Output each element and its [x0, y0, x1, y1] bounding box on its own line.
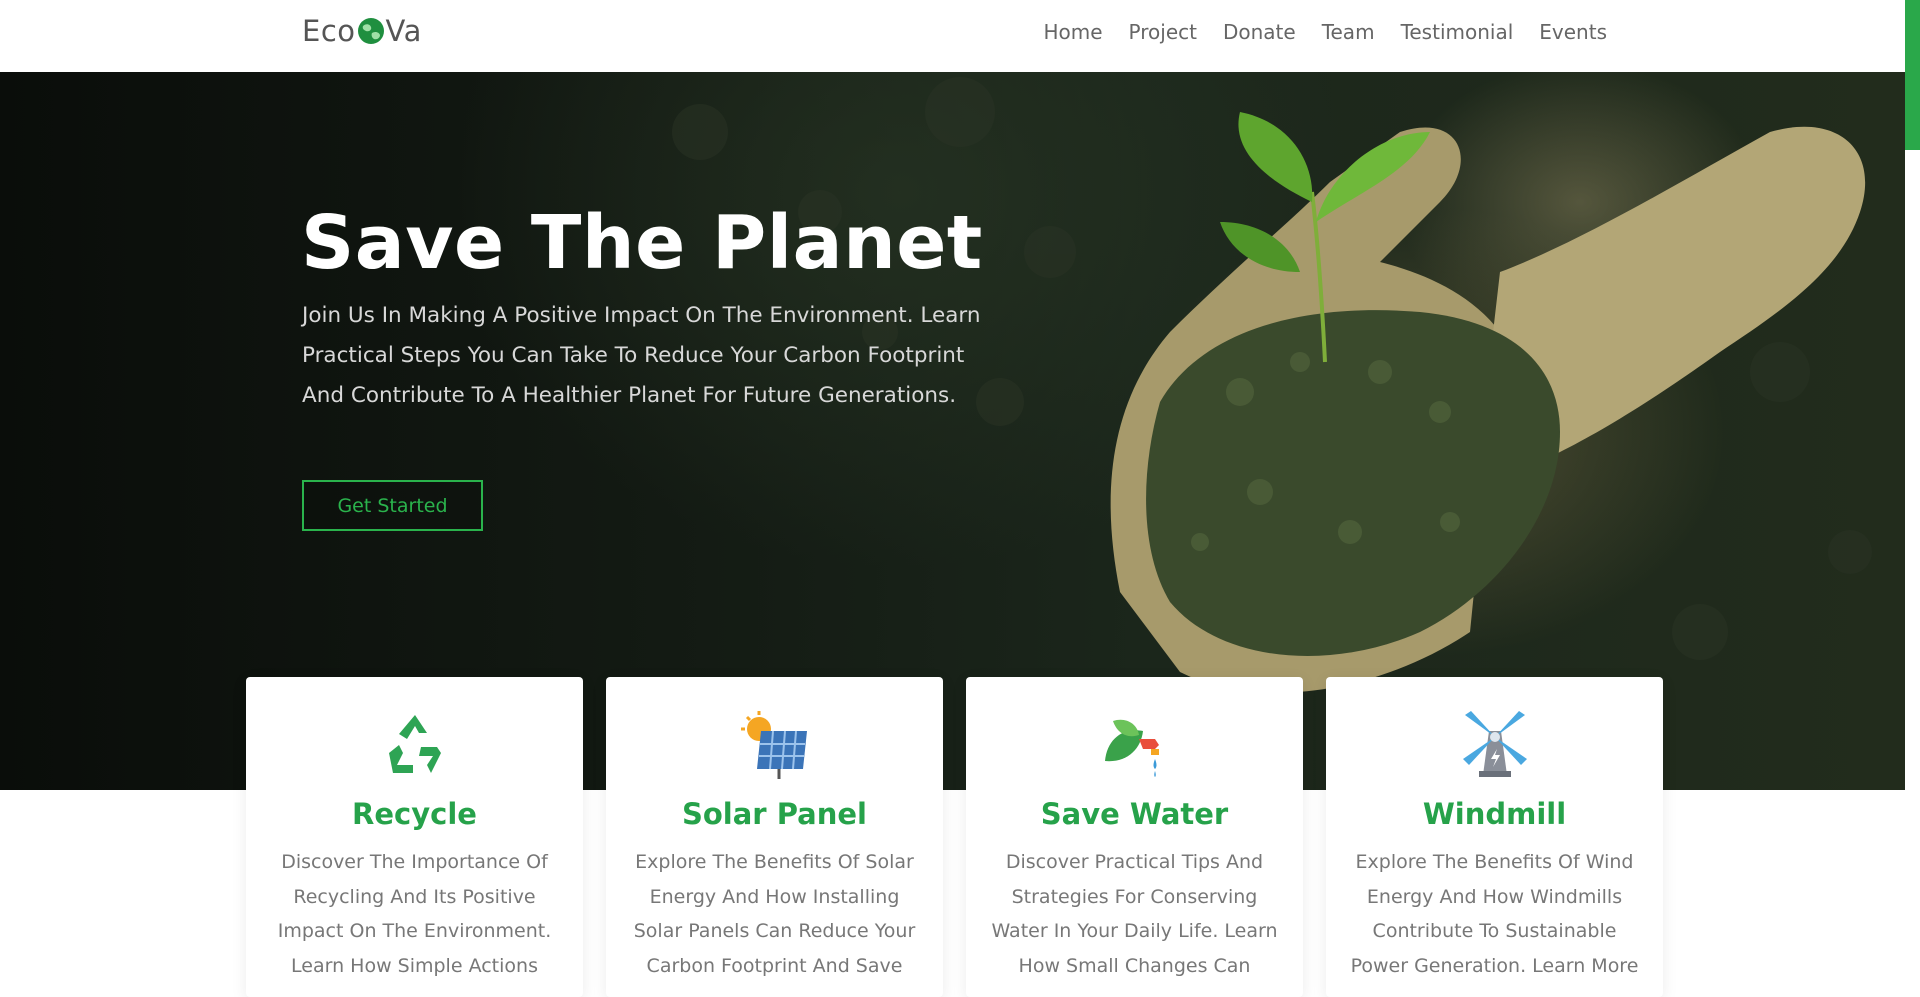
- nav-project[interactable]: Project: [1129, 20, 1197, 44]
- card-title: Recycle: [352, 797, 477, 831]
- card-description: Explore The Benefits Of Solar Energy And…: [633, 851, 916, 977]
- feature-card-recycle[interactable]: Recycle Discover The Importance Of Recyc…: [246, 677, 583, 997]
- card-description: Discover Practical Tips And Strategies F…: [991, 851, 1278, 977]
- brand-logo[interactable]: Eco Va: [302, 14, 422, 48]
- windmill-icon: [1462, 711, 1527, 777]
- top-navbar: Eco Va Home Project Donate Team Testimon…: [0, 0, 1905, 72]
- hero-title: Save The Planet: [301, 200, 983, 286]
- solar-panel-icon: [740, 711, 807, 779]
- nav-testimonial[interactable]: Testimonial: [1401, 20, 1514, 44]
- water-leaf-icon: [1104, 719, 1159, 777]
- hero-description: Join Us In Making A Positive Impact On T…: [302, 303, 981, 408]
- recycle-icon: [388, 715, 441, 773]
- brand-name-right: Va: [385, 14, 422, 48]
- nav-home[interactable]: Home: [1043, 20, 1102, 44]
- feature-card-solar-panel[interactable]: Solar Panel Explore The Benefits Of Sola…: [606, 677, 943, 997]
- nav-team[interactable]: Team: [1322, 20, 1375, 44]
- card-title: Save Water: [1040, 797, 1229, 831]
- feature-card-windmill[interactable]: Windmill Explore The Benefits Of Wind En…: [1326, 677, 1663, 997]
- globe-icon: [357, 18, 384, 44]
- card-title: Windmill: [1422, 797, 1567, 831]
- main-nav: Home Project Donate Team Testimonial Eve…: [1017, 20, 1607, 44]
- scrollbar-thumb[interactable]: [1905, 0, 1920, 150]
- get-started-button[interactable]: Get Started: [302, 480, 483, 531]
- card-title: Solar Panel: [681, 797, 868, 831]
- feature-card-save-water[interactable]: Save Water Discover Practical Tips And S…: [966, 677, 1303, 997]
- card-description: Explore The Benefits Of Wind Energy And …: [1350, 851, 1639, 977]
- card-description: Discover The Importance Of Recycling And…: [277, 851, 552, 977]
- nav-donate[interactable]: Donate: [1223, 20, 1296, 44]
- nav-events[interactable]: Events: [1539, 20, 1607, 44]
- brand-name-left: Eco: [302, 14, 356, 48]
